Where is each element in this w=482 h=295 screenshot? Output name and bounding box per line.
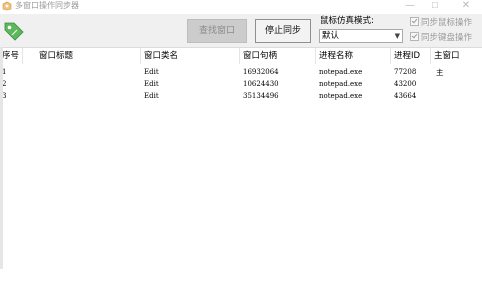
row-process-name: notepad.exe <box>319 80 363 88</box>
window-title: 多窗口操作同步器 <box>15 1 79 10</box>
row-main-window: 主 <box>436 68 444 77</box>
mouse-mode-select[interactable]: 默认 ▼ <box>319 29 403 43</box>
row-handle: 35134496 <box>243 92 279 100</box>
column-header-process-name[interactable]: 进程名称 <box>319 51 353 62</box>
row-class: Edit <box>144 68 159 76</box>
list-left-border <box>0 47 3 269</box>
column-header-handle[interactable]: 窗口句柄 <box>243 51 277 62</box>
row-handle: 16932064 <box>243 68 279 76</box>
mouse-mode-value: 默认 <box>322 31 340 41</box>
stop-sync-button[interactable]: 停止同步 <box>255 19 311 43</box>
row-process-id: 43664 <box>394 92 417 100</box>
row-class: Edit <box>144 80 159 88</box>
column-divider[interactable] <box>390 48 391 64</box>
column-header-class[interactable]: 窗口类名 <box>144 51 178 62</box>
column-divider[interactable] <box>430 48 431 64</box>
column-header-main-window[interactable]: 主窗口 <box>434 51 460 62</box>
maximize-button[interactable]: ☐ <box>425 0 445 12</box>
column-header-index[interactable]: 序号 <box>2 51 19 62</box>
sync-keyboard-checkbox[interactable]: 同步键盘操作 <box>410 32 472 44</box>
app-icon <box>2 1 12 11</box>
close-button[interactable]: ✕ <box>456 0 476 12</box>
checkbox-checked-icon <box>410 32 419 41</box>
row-process-id: 43200 <box>394 80 417 88</box>
column-divider[interactable] <box>239 48 240 64</box>
row-process-id: 77208 <box>394 68 417 76</box>
row-class: Edit <box>144 92 159 100</box>
app-window: 多窗口操作同步器 — ☐ ✕ 查找窗口 停止同步 鼠标仿真模式: 默认 ▼ 同步… <box>0 0 482 295</box>
minimize-button[interactable]: — <box>400 0 420 12</box>
column-divider[interactable] <box>315 48 316 64</box>
column-divider[interactable] <box>140 48 141 64</box>
row-process-name: notepad.exe <box>319 68 363 76</box>
checkbox-checked-icon <box>410 17 419 26</box>
row-handle: 10624430 <box>243 80 279 88</box>
row-process-name: notepad.exe <box>319 92 363 100</box>
tag-icon[interactable] <box>3 19 25 41</box>
find-window-button[interactable]: 查找窗口 <box>187 19 247 43</box>
sync-mouse-label: 同步鼠标操作 <box>421 18 473 28</box>
column-header-process-id[interactable]: 进程ID <box>394 51 420 62</box>
mouse-mode-label: 鼠标仿真模式: <box>320 16 374 26</box>
sync-keyboard-label: 同步键盘操作 <box>421 33 473 43</box>
sync-mouse-checkbox[interactable]: 同步鼠标操作 <box>410 17 472 29</box>
window-list[interactable]: 序号 窗口标题 窗口类名 窗口句柄 进程名称 进程ID 主窗口 1 Edit 1… <box>0 47 482 295</box>
title-bar: 多窗口操作同步器 — ☐ ✕ <box>0 0 482 14</box>
chevron-down-icon: ▼ <box>394 32 400 40</box>
column-divider[interactable] <box>22 48 23 64</box>
column-header-title[interactable]: 窗口标题 <box>39 51 73 62</box>
